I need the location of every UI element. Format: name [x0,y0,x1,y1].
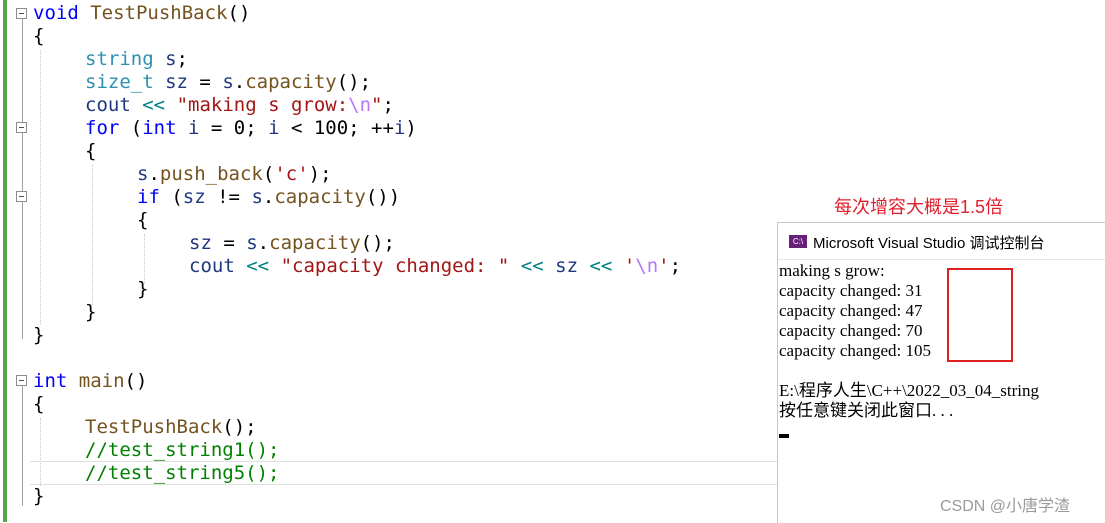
code-line: //test_string5(); [85,462,280,484]
code-line: s.push_back('c'); [137,163,332,185]
code-line: } [33,485,45,507]
indent-guide [92,165,93,305]
code-line: { [85,140,97,162]
console-line: capacity changed: 70 [779,321,923,340]
code-line: sz = s.capacity(); [189,232,395,254]
fold-toggle-testpushback[interactable] [16,8,27,19]
code-line: } [33,324,45,346]
code-line: { [33,393,45,415]
code-line: if (sz != s.capacity()) [137,186,401,208]
console-line: capacity changed: 31 [779,281,923,300]
console-app-icon: C:\ [789,235,807,248]
fold-toggle-for[interactable] [16,122,27,133]
fold-region-line [22,19,23,339]
fold-region-line [22,386,23,506]
code-line: } [137,278,149,300]
debug-console-window[interactable]: C:\ Microsoft Visual Studio 调试控制台 making… [777,222,1105,523]
console-line: E:\程序人生\C++\2022_03_04_string [779,381,1040,400]
console-line: capacity changed: 105 [779,341,931,360]
code-line: cout << "capacity changed: " << sz << '\… [189,255,682,277]
console-line: 按任意键关闭此窗口. . . [779,401,954,420]
console-cursor [779,434,789,438]
console-title: Microsoft Visual Studio 调试控制台 [813,235,1045,252]
change-tracking-bar [3,0,7,522]
console-line: capacity changed: 47 [779,301,923,320]
code-line: string s; [85,48,188,70]
console-titlebar[interactable]: C:\ Microsoft Visual Studio 调试控制台 [778,223,1105,260]
code-line: { [137,209,149,231]
fold-toggle-if[interactable] [16,191,27,202]
capacity-highlight-box [947,268,1013,362]
annotation-label: 每次增容大概是1.5倍 [834,197,1004,217]
code-line: cout << "making s grow:\n"; [85,94,394,116]
code-line: { [33,25,45,47]
code-line: for (int i = 0; i < 100; ++i) [85,117,417,139]
fold-toggle-main[interactable] [16,375,27,386]
watermark: CSDN @小唐学渣 [940,498,1071,515]
indent-guide [144,234,145,284]
indent-guide [40,50,41,325]
code-line: //test_string1(); [85,439,280,461]
console-line: making s grow: [779,261,885,280]
code-line: void TestPushBack() [33,2,251,24]
code-line: size_t sz = s.capacity(); [85,71,372,93]
code-line: int main() [33,370,148,392]
code-line: } [85,301,97,323]
code-line: TestPushBack(); [85,416,257,438]
